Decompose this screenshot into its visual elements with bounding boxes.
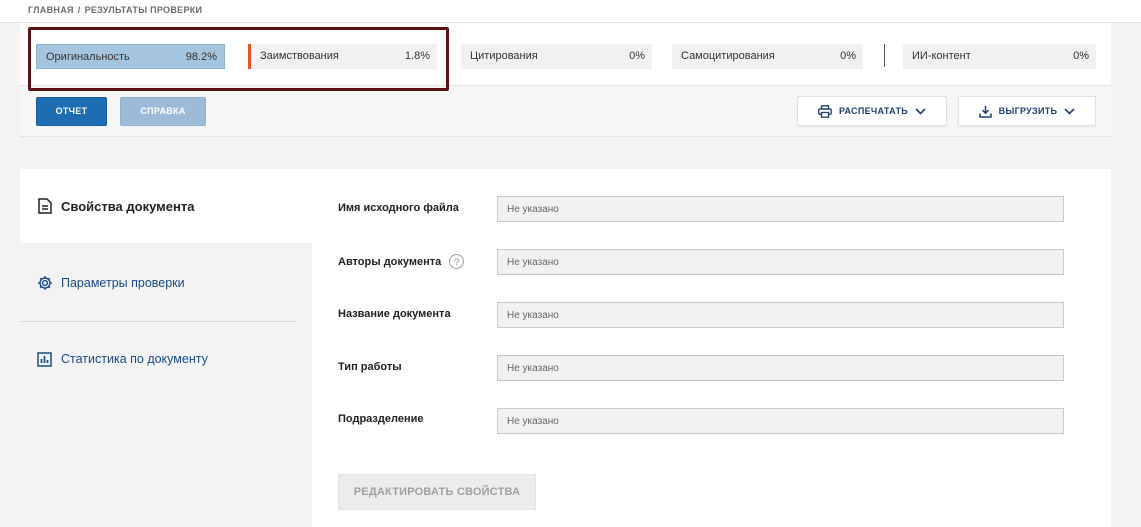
field-label: Тип работы — [338, 361, 402, 373]
help-icon[interactable]: ? — [449, 254, 465, 269]
sidebar-item-document-statistics[interactable]: Статистика по документу — [20, 345, 312, 373]
export-label: ВЫГРУЗИТЬ — [998, 106, 1058, 116]
field-label: Имя исходного файла — [338, 202, 459, 214]
sidebar-item-label: Параметры проверки — [61, 276, 185, 290]
metric-self-citations[interactable]: Самоцитирования 0% — [672, 44, 863, 69]
chevron-down-icon — [1064, 107, 1075, 115]
metric-citations[interactable]: Цитирования 0% — [461, 44, 652, 69]
print-button[interactable]: РАСПЕЧАТАТЬ — [797, 96, 947, 126]
field-label: Авторы документа — [338, 255, 442, 268]
print-label: РАСПЕЧАТАТЬ — [838, 106, 909, 116]
field-label: Подразделение — [338, 413, 424, 425]
field-label-authors: Авторы документа ? — [338, 254, 465, 269]
breadcrumb: ГЛАВНАЯ / РЕЗУЛЬТАТЫ ПРОВЕРКИ — [0, 0, 1141, 23]
metric-ai-content[interactable]: ИИ-контент 0% — [903, 44, 1096, 69]
metric-label: Цитирования — [470, 50, 538, 62]
sidebar-item-check-parameters[interactable]: Параметры проверки — [20, 269, 312, 297]
breadcrumb-separator: / — [77, 5, 81, 15]
sidebar: Свойства документа Параметры проверки Ст… — [20, 169, 312, 527]
metric-value: 0% — [1073, 50, 1089, 62]
printer-icon — [818, 104, 832, 118]
download-icon — [978, 105, 992, 118]
field-label: Название документа — [338, 308, 451, 320]
metrics-row: Оригинальность 98.2% Заимствования 1.8% … — [20, 23, 1111, 91]
metrics-divider — [884, 44, 885, 67]
breadcrumb-home[interactable]: ГЛАВНАЯ — [28, 5, 74, 15]
export-button[interactable]: ВЫГРУЗИТЬ — [958, 96, 1096, 126]
metric-label: Самоцитирования — [681, 50, 775, 62]
gear-icon — [36, 275, 53, 292]
metric-value: 0% — [840, 50, 856, 62]
help-button[interactable]: СПРАВКА — [120, 97, 206, 126]
sidebar-item-label: Статистика по документу — [61, 352, 208, 366]
metric-value: 0% — [629, 50, 645, 62]
document-icon — [36, 198, 53, 215]
document-authors-field[interactable] — [497, 249, 1064, 275]
chart-icon — [36, 351, 53, 368]
document-properties-panel: Имя исходного файла Авторы документа ? Н… — [312, 169, 1111, 527]
report-toolbar: Оригинальность 98.2% Заимствования 1.8% … — [20, 23, 1111, 137]
department-field[interactable] — [497, 408, 1064, 434]
sidebar-divider — [20, 321, 296, 322]
metric-label: ИИ-контент — [912, 50, 971, 62]
highlight-frame — [28, 27, 449, 91]
sidebar-item-label: Свойства документа — [61, 198, 195, 214]
work-type-field[interactable] — [497, 355, 1064, 381]
sidebar-item-document-properties[interactable]: Свойства документа — [20, 169, 312, 243]
chevron-down-icon — [915, 107, 926, 115]
document-title-field[interactable] — [497, 302, 1064, 328]
source-file-name-field[interactable] — [497, 196, 1064, 222]
edit-properties-button[interactable]: РЕДАКТИРОВАТЬ СВОЙСТВА — [338, 474, 536, 510]
report-button[interactable]: ОТЧЕТ — [36, 97, 107, 126]
breadcrumb-current: РЕЗУЛЬТАТЫ ПРОВЕРКИ — [84, 5, 203, 15]
